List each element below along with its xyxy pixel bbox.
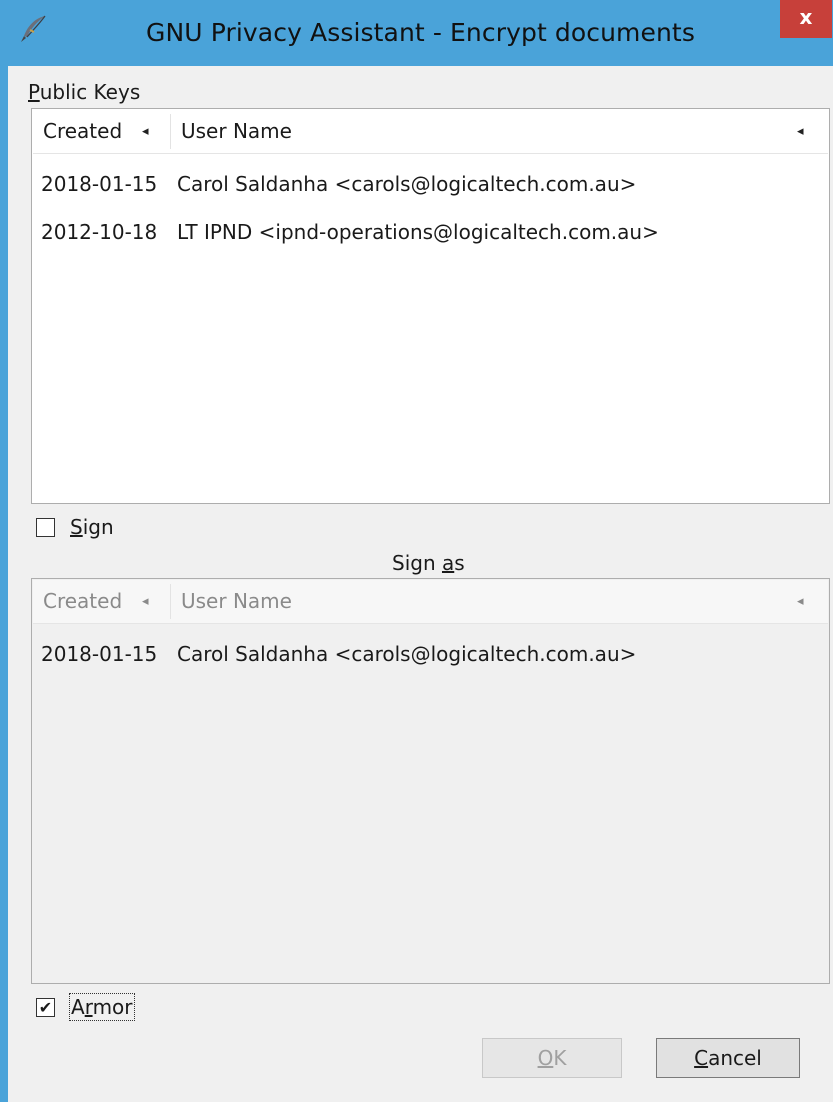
sort-arrow-icon: ◂ xyxy=(142,594,149,609)
public-keys-list[interactable]: Created ◂ User Name ◂ 2018-01-15 Carol S… xyxy=(31,108,830,504)
key-user: Carol Saldanha <carols@logicaltech.com.a… xyxy=(177,642,637,666)
sign-checkbox[interactable] xyxy=(36,518,55,537)
public-keys-label: Public Keys xyxy=(28,80,141,104)
title-bar[interactable]: GNU Privacy Assistant - Encrypt document… xyxy=(8,0,833,66)
close-button[interactable]: x xyxy=(780,0,832,38)
column-user-name[interactable]: User Name ◂ xyxy=(171,110,826,153)
sort-arrow-icon: ◂ xyxy=(797,594,804,609)
armor-label[interactable]: Armor xyxy=(69,993,135,1021)
sort-arrow-icon: ◂ xyxy=(797,124,804,139)
sign-as-list: Created ◂ User Name ◂ 2018-01-15 Carol S… xyxy=(31,578,830,984)
checkmark-icon: ✔ xyxy=(38,998,53,1017)
key-row[interactable]: 2012-10-18 LT IPND <ipnd-operations@logi… xyxy=(33,213,828,251)
ok-button[interactable]: OK xyxy=(482,1038,622,1078)
sign-as-label: Sign as xyxy=(392,551,465,575)
sort-arrow-icon: ◂ xyxy=(142,124,149,139)
column-created[interactable]: Created ◂ xyxy=(33,110,170,153)
armor-checkbox[interactable]: ✔ xyxy=(36,998,55,1017)
dialog-body: Public Keys Created ◂ User Name ◂ 2018-0… xyxy=(10,66,831,1102)
public-keys-header: Created ◂ User Name ◂ xyxy=(33,110,828,154)
key-created: 2018-01-15 xyxy=(41,642,158,666)
key-user: LT IPND <ipnd-operations@logicaltech.com… xyxy=(177,220,659,244)
key-row: 2018-01-15 Carol Saldanha <carols@logica… xyxy=(33,635,828,673)
sign-as-header: Created ◂ User Name ◂ xyxy=(33,580,828,624)
key-created: 2018-01-15 xyxy=(41,172,158,196)
key-row[interactable]: 2018-01-15 Carol Saldanha <carols@logica… xyxy=(33,165,828,203)
sign-label[interactable]: Sign xyxy=(70,515,114,539)
encrypt-dialog: GNU Privacy Assistant - Encrypt document… xyxy=(8,0,833,1102)
window-title: GNU Privacy Assistant - Encrypt document… xyxy=(146,18,695,47)
column-created: Created ◂ xyxy=(33,580,170,623)
close-icon: x xyxy=(799,5,813,29)
key-created: 2012-10-18 xyxy=(41,220,158,244)
key-user: Carol Saldanha <carols@logicaltech.com.a… xyxy=(177,172,637,196)
cancel-button[interactable]: Cancel xyxy=(656,1038,800,1078)
column-user-name: User Name ◂ xyxy=(171,580,826,623)
